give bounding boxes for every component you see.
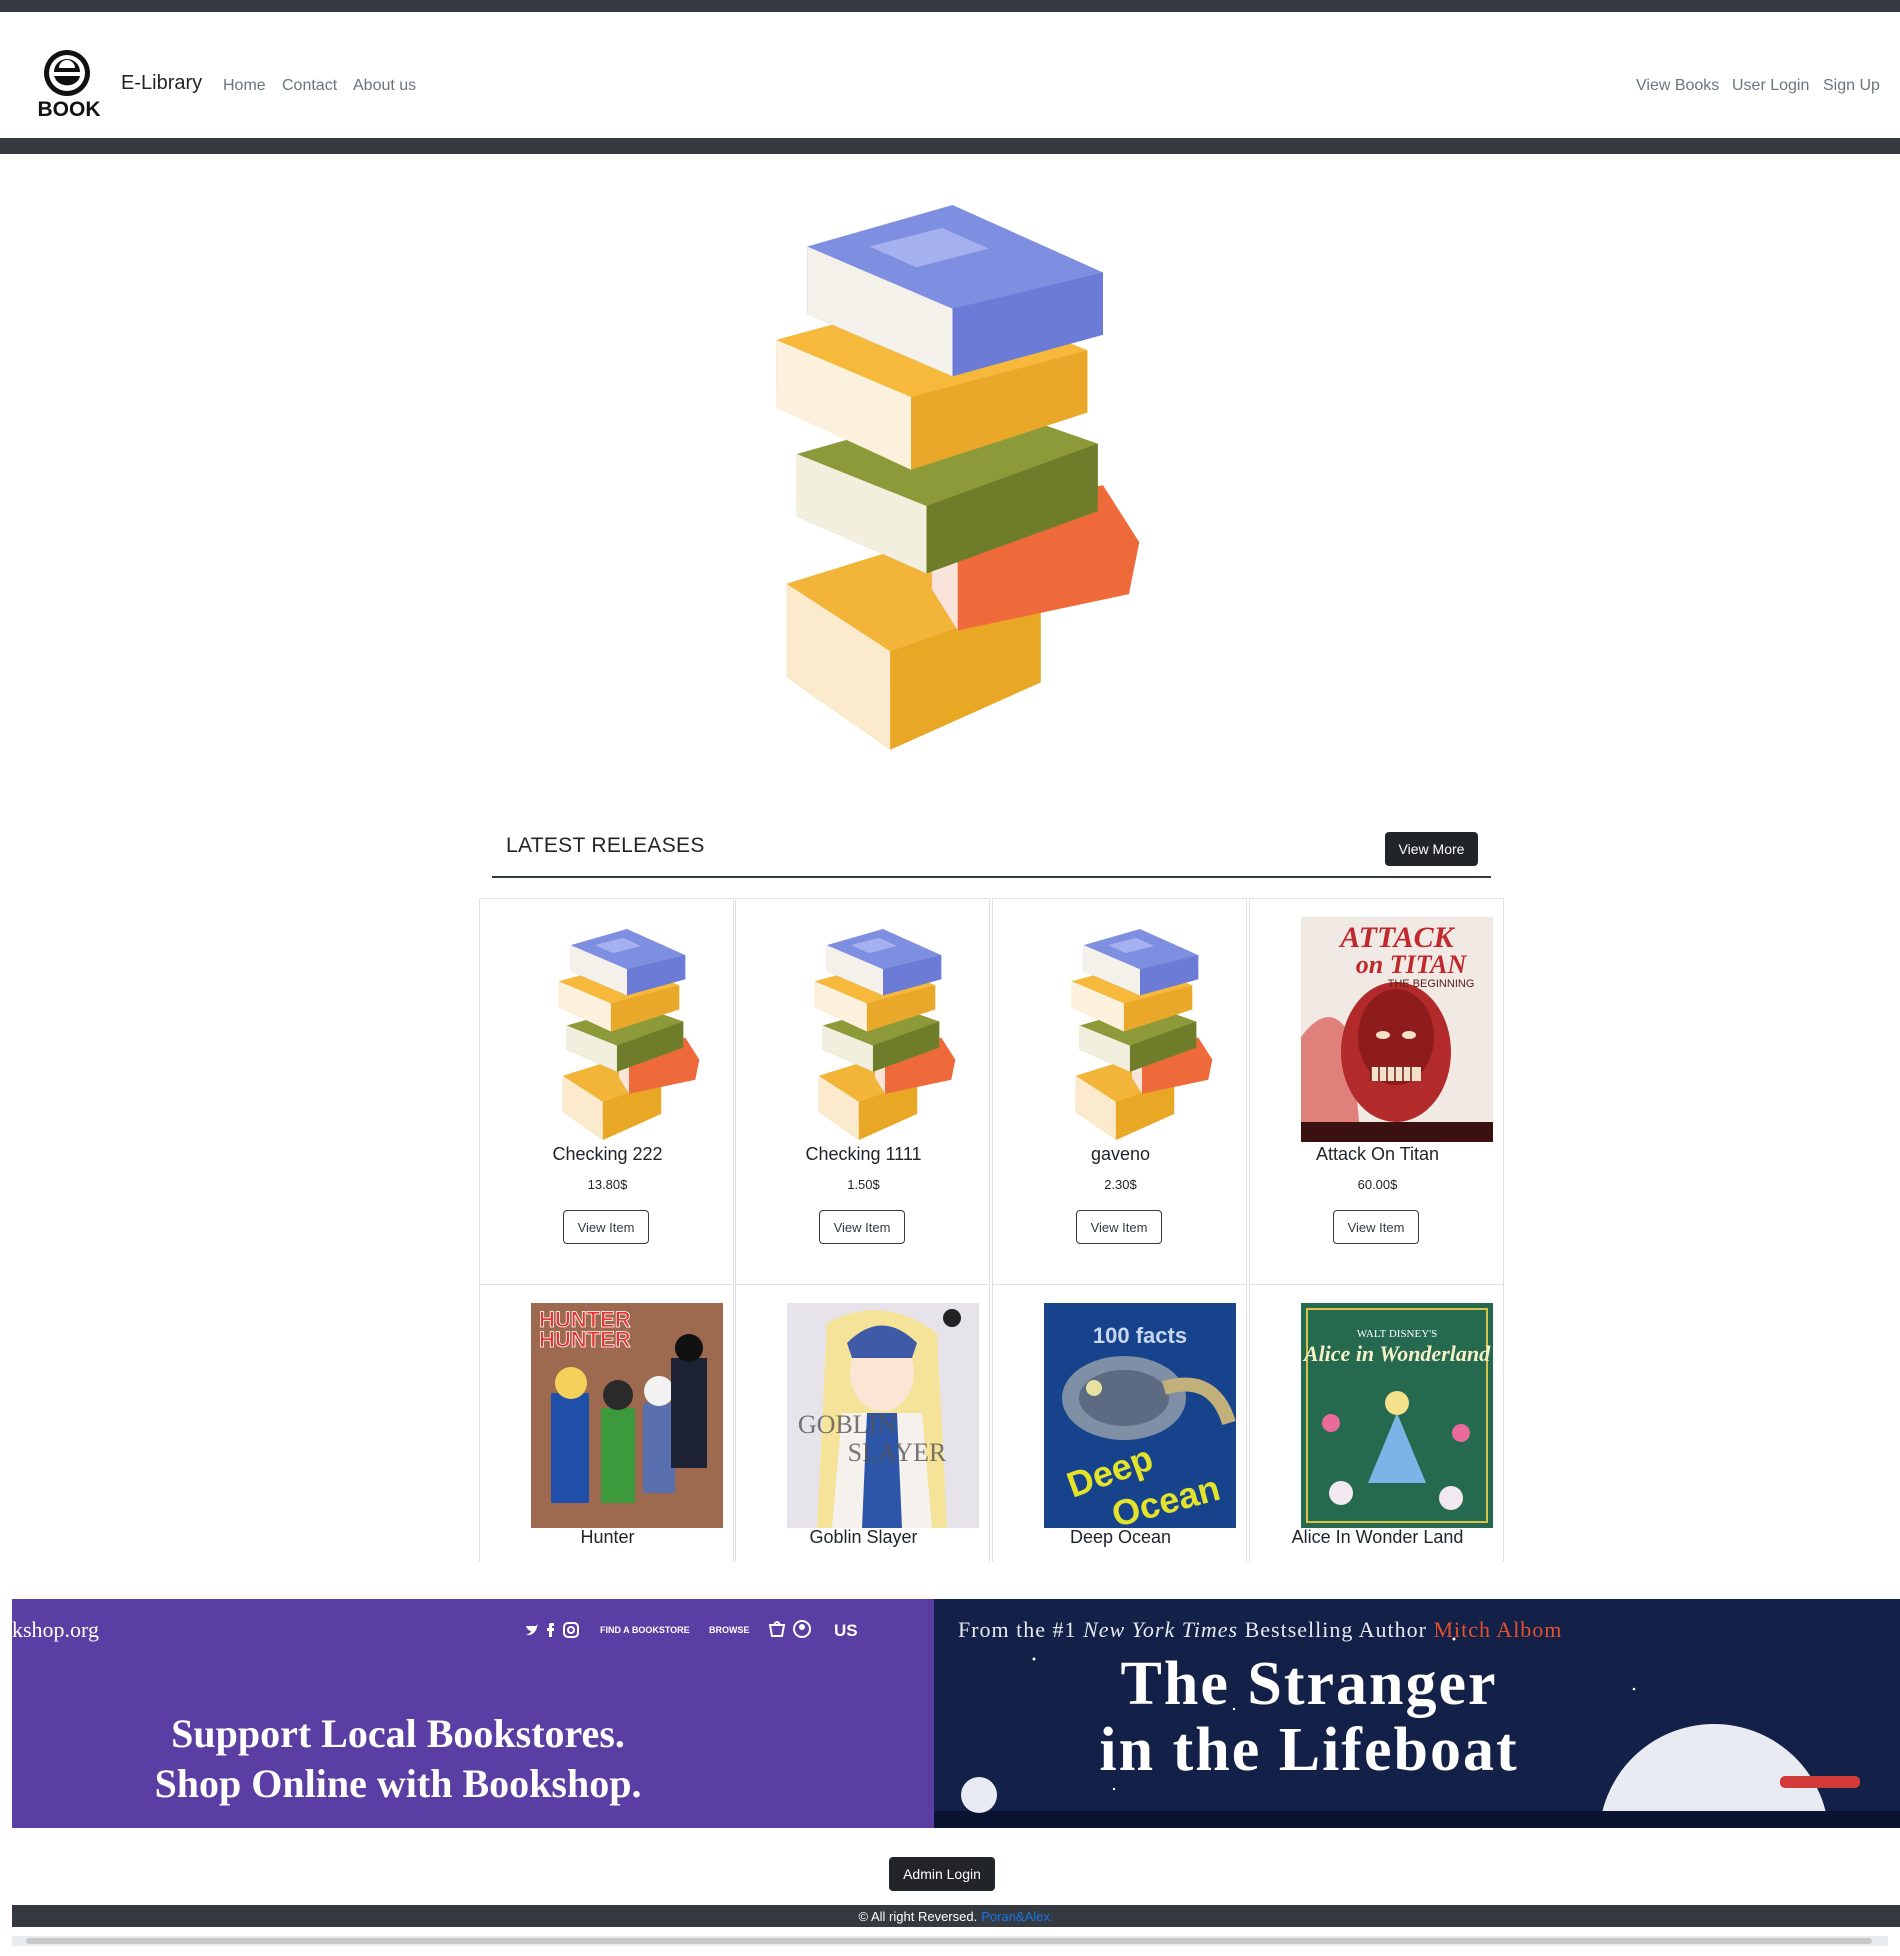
scrollbar-thumb[interactable] (26, 1938, 1872, 1944)
book-cover-image[interactable] (531, 917, 723, 1142)
ad-author: Mitch Albom (1433, 1617, 1563, 1642)
goblin-slayer-cover[interactable]: GOBLIN SLAYER (787, 1303, 979, 1528)
nav-sign-up[interactable]: Sign Up (1823, 77, 1880, 95)
footer-authors-link[interactable]: Poran&Alex. (981, 1909, 1053, 1924)
svg-text:WALT DISNEY'S: WALT DISNEY'S (1357, 1328, 1438, 1340)
bookshop-headline-2: Shop Online with Bookshop. (154, 1761, 642, 1806)
book-card: ATTACK on TITAN THE BEGINNING Attack On … (1249, 898, 1504, 1285)
bookshop-site-name: kshop.org (12, 1617, 99, 1642)
ebook-logo[interactable]: BOOK (36, 48, 102, 121)
svg-text:GOBLIN: GOBLIN (798, 1410, 896, 1439)
svg-text:Alice in Wonderland: Alice in Wonderland (1302, 1341, 1491, 1366)
nav-contact[interactable]: Contact (282, 77, 337, 95)
find-a-bookstore-link[interactable]: FIND A BOOKSTORE (600, 1625, 690, 1635)
book-cover-image[interactable] (787, 917, 979, 1142)
hunter-x-hunter-cover[interactable]: HUNTER HUNTER (531, 1303, 723, 1528)
browse-link[interactable]: BROWSE (709, 1625, 750, 1635)
attack-on-titan-cover[interactable]: ATTACK on TITAN THE BEGINNING (1301, 917, 1493, 1142)
svg-text:SLAYER: SLAYER (848, 1438, 947, 1467)
social-icons (526, 1622, 579, 1638)
book-cover-image[interactable] (1044, 917, 1236, 1142)
book-card: HUNTER HUNTER Hunter (479, 1284, 734, 1562)
footer: © All right Reversed. Poran&Alex. (12, 1905, 1900, 1927)
logo-text: BOOK (38, 98, 101, 120)
navbar: BOOK E-Library Home Contact About us Vie… (0, 12, 1900, 138)
brand-name[interactable]: E-Library (121, 72, 202, 95)
admin-login-button[interactable]: Admin Login (889, 1857, 995, 1891)
svg-text:100 facts: 100 facts (1093, 1323, 1187, 1348)
book-price: 13.80$ (587, 1177, 628, 1192)
navbar-bottom-strip (0, 138, 1900, 154)
top-strip (0, 0, 1900, 12)
alice-in-wonderland-cover[interactable]: WALT DISNEY'S Alice in Wonderland (1301, 1303, 1493, 1528)
view-item-button[interactable]: View Item (1333, 1210, 1419, 1244)
ad-tagline-italic: New York Times (1083, 1617, 1239, 1642)
ad-book-title-1: The Stranger (1120, 1650, 1498, 1718)
nav-user-login[interactable]: User Login (1732, 77, 1809, 95)
horizontal-scrollbar[interactable] (12, 1936, 1888, 1946)
view-item-button[interactable]: View Item (563, 1210, 649, 1244)
book-title: Checking 1111 (805, 1144, 922, 1164)
stranger-lifeboat-ad[interactable]: From the #1 New York Times Bestselling A… (934, 1599, 1900, 1828)
book-title: Goblin Slayer (809, 1527, 918, 1547)
ad-tagline-b: Bestselling Author (1244, 1617, 1427, 1642)
deep-ocean-cover[interactable]: 100 facts Deep Ocean (1044, 1303, 1236, 1535)
svg-text:on TITAN: on TITAN (1356, 950, 1468, 979)
view-item-button[interactable]: View Item (819, 1210, 905, 1244)
ad-book-title-2: in the Lifeboat (1099, 1716, 1519, 1784)
svg-text:HUNTER: HUNTER (539, 1327, 631, 1352)
ad-tagline-a: From the #1 (958, 1617, 1077, 1642)
bookshop-ad[interactable]: kshop.org FIND A BOOKSTORE BROWSE US Sup… (12, 1599, 934, 1828)
book-card: WALT DISNEY'S Alice in Wonderland Alice … (1249, 1284, 1504, 1562)
book-card: Checking 222 13.80$ View Item (479, 898, 734, 1285)
book-title: Deep Ocean (1069, 1527, 1172, 1547)
book-card: GOBLIN SLAYER Goblin Slayer (735, 1284, 990, 1562)
latest-releases-header: LATEST RELEASES View More (492, 830, 1491, 878)
cart-account-icons (768, 1620, 811, 1638)
nav-home[interactable]: Home (223, 77, 266, 95)
book-title: Alice In Wonder Land (1291, 1527, 1464, 1547)
book-title: Checking 222 (552, 1144, 663, 1164)
region-label: US (834, 1621, 858, 1640)
releases-grid: Checking 222 13.80$ View Item Checking 1… (479, 898, 1505, 1562)
book-title: Hunter (580, 1527, 635, 1547)
book-price: 2.30$ (1104, 1177, 1137, 1192)
book-price: 60.00$ (1357, 1177, 1398, 1192)
book-card: gaveno 2.30$ View Item (992, 898, 1247, 1285)
bookshop-headline-1: Support Local Bookstores. (171, 1711, 625, 1756)
advertisement-banner[interactable]: kshop.org FIND A BOOKSTORE BROWSE US Sup… (12, 1599, 1900, 1828)
book-title: gaveno (1090, 1144, 1151, 1164)
view-item-button[interactable]: View Item (1076, 1210, 1162, 1244)
hero-book-stack-image (755, 205, 1150, 755)
footer-copyright: © All right Reversed. (858, 1908, 978, 1924)
latest-releases-title: LATEST RELEASES (506, 834, 705, 857)
nav-about-us[interactable]: About us (353, 77, 416, 95)
book-card: Checking 1111 1.50$ View Item (735, 898, 990, 1285)
svg-text:THE BEGINNING: THE BEGINNING (1388, 978, 1475, 990)
nav-view-books[interactable]: View Books (1636, 77, 1719, 95)
book-card: 100 facts Deep Ocean Deep Ocean (992, 1284, 1247, 1562)
view-more-button[interactable]: View More (1385, 832, 1478, 866)
book-price: 1.50$ (847, 1177, 880, 1192)
book-title: Attack On Titan (1315, 1144, 1440, 1164)
